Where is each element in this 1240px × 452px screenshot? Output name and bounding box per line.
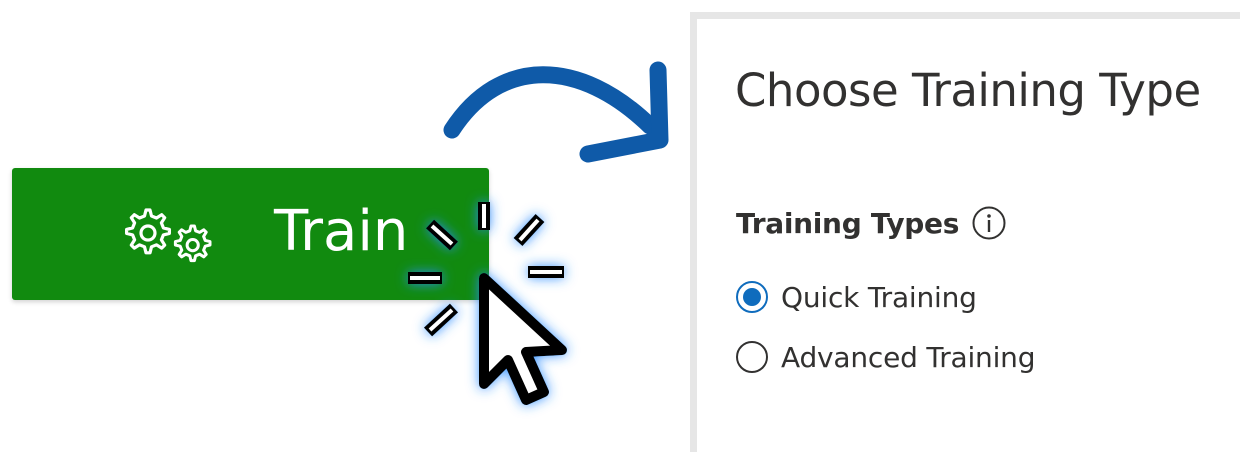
radio-option-advanced-training[interactable]: Advanced Training: [735, 335, 1035, 379]
panel-title: Choose Training Type: [735, 64, 1201, 117]
radio-selected-icon[interactable]: [735, 280, 769, 314]
radio-label-quick-training: Quick Training: [781, 280, 977, 314]
curved-arrow-right-icon: [443, 61, 669, 163]
info-icon[interactable]: [971, 205, 1007, 241]
training-types-label: Training Types: [736, 206, 960, 240]
gears-icon: [116, 206, 226, 264]
choose-training-type-panel: Choose Training Type Training Types Quic…: [690, 12, 1240, 452]
radio-unselected-icon[interactable]: [735, 340, 769, 374]
train-button-label: Train: [274, 199, 409, 264]
training-types-group-header: Training Types: [736, 201, 1007, 245]
radio-option-quick-training[interactable]: Quick Training: [735, 275, 977, 319]
tutorial-illustration: Train Choose Training Type Training Type…: [0, 0, 1240, 452]
pointer-cursor-icon: [408, 202, 567, 405]
radio-label-advanced-training: Advanced Training: [781, 340, 1036, 374]
